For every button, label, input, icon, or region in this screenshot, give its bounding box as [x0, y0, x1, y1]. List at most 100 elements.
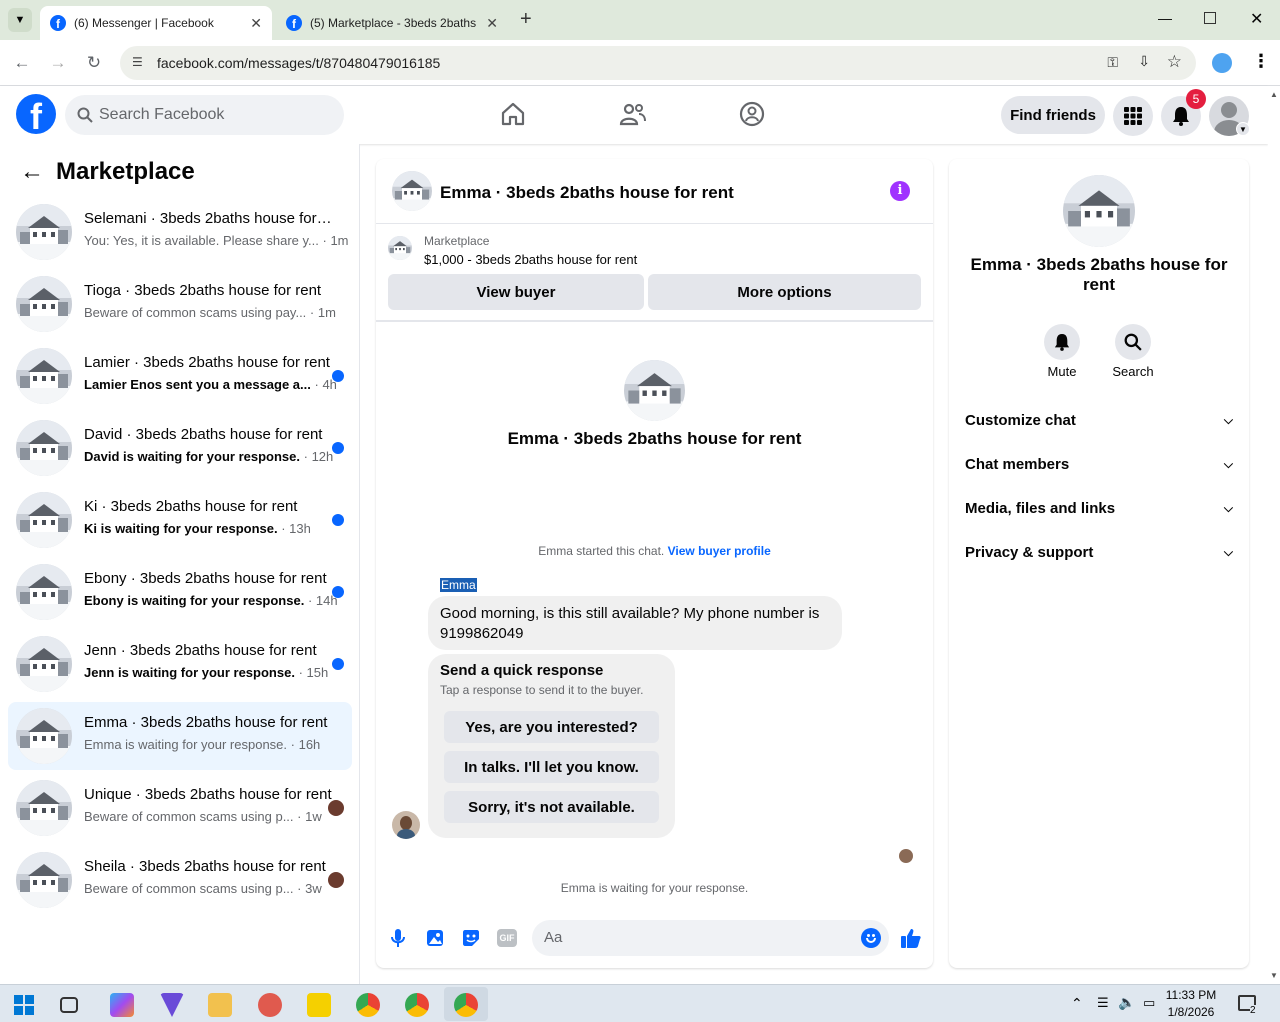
thumbs-up-icon[interactable]	[900, 927, 922, 949]
new-tab-icon[interactable]: +	[520, 8, 532, 31]
bookmark-star-icon[interactable]: ☆	[1167, 52, 1182, 72]
file-explorer-icon[interactable]	[208, 993, 232, 1017]
facebook-logo-icon[interactable]: f	[16, 94, 56, 134]
snippet-time: · 1w	[297, 809, 322, 824]
message-placeholder: Aa	[544, 929, 563, 946]
emoji-icon[interactable]	[861, 928, 881, 948]
reload-icon[interactable]: ↻	[83, 52, 105, 74]
extension-icon[interactable]	[1212, 53, 1232, 73]
conversation-item[interactable]: Tioga · 3beds 2baths house for rent Bewar…	[8, 270, 352, 338]
sticker-icon[interactable]	[461, 928, 481, 948]
quick-response-talks[interactable]: In talks. I'll let you know.	[444, 751, 659, 783]
sidebar-title: Marketplace	[56, 158, 195, 185]
vpn-app-icon[interactable]	[160, 993, 184, 1017]
listing-text[interactable]: $1,000 - 3beds 2baths house for rent	[424, 252, 637, 267]
home-icon[interactable]	[499, 100, 527, 128]
more-options-button[interactable]: More options	[648, 274, 921, 310]
snippet-text: Jenn is waiting for your response.	[84, 665, 295, 680]
conversation-item[interactable]: Jenn · 3beds 2baths house for rent Jenn i…	[8, 630, 352, 698]
site-info-icon[interactable]: ☰	[132, 55, 143, 69]
listing-avatar	[16, 708, 72, 764]
search-input[interactable]: Search Facebook	[65, 95, 344, 135]
copilot-icon[interactable]	[110, 993, 134, 1017]
photo-icon[interactable]	[425, 928, 445, 948]
tab-search-button[interactable]: ▼	[8, 8, 32, 32]
search-conversation-button[interactable]	[1115, 324, 1151, 360]
chrome-icon[interactable]	[405, 993, 429, 1017]
microphone-icon[interactable]	[390, 928, 406, 948]
info-avatar[interactable]	[1063, 175, 1135, 247]
view-buyer-profile-link[interactable]: View buyer profile	[668, 544, 771, 558]
volume-icon[interactable]: 🔈	[1118, 994, 1135, 1011]
back-icon[interactable]: ←	[11, 52, 33, 74]
conversation-snippet: You: Yes, it is available. Please share …	[84, 233, 349, 248]
tray-chevron-icon[interactable]: ⌃	[1071, 995, 1083, 1012]
snippet-text: Lamier Enos sent you a message a...	[84, 377, 311, 392]
snippet-text: David is waiting for your response.	[84, 449, 300, 464]
account-chevron-icon[interactable]: ▼	[1236, 122, 1250, 136]
privacy-support-section[interactable]: Privacy & support ⌵	[965, 540, 1233, 564]
conversation-item[interactable]: Unique · 3beds 2baths house for rent Bewa…	[8, 774, 352, 842]
info-icon[interactable]: i	[890, 181, 910, 201]
conversation-item[interactable]: Emma · 3beds 2baths house for rent Emma i…	[8, 702, 352, 770]
wifi-icon[interactable]: ☰	[1097, 995, 1109, 1011]
close-window-icon[interactable]: ✕	[1250, 9, 1263, 29]
quick-response-yes[interactable]: Yes, are you interested?	[444, 711, 659, 743]
groups-icon[interactable]	[738, 100, 766, 128]
menu-grid-button[interactable]	[1113, 96, 1153, 136]
gif-icon[interactable]: GIF	[497, 929, 517, 947]
chat-header-avatar[interactable]	[392, 171, 432, 211]
clock-date[interactable]: 1/8/2026	[1160, 1005, 1222, 1019]
sticky-notes-icon[interactable]	[307, 993, 331, 1017]
bell-icon	[1054, 334, 1070, 351]
find-friends-button[interactable]: Find friends	[1001, 96, 1105, 134]
tab-marketplace[interactable]: f (5) Marketplace - 3beds 2baths ✕	[276, 6, 508, 40]
task-view-icon[interactable]	[60, 997, 78, 1013]
conversation-item[interactable]: David · 3beds 2baths house for rent David…	[8, 414, 352, 482]
password-key-icon[interactable]: ⚿	[1107, 54, 1118, 71]
page-scrollbar[interactable]: ▲ ▼	[1268, 86, 1280, 984]
minimize-icon[interactable]: —	[1158, 10, 1172, 26]
media-files-links-section[interactable]: Media, files and links ⌵	[965, 496, 1233, 520]
browser-menu-icon[interactable]: ⋮	[1252, 51, 1270, 72]
close-tab-icon[interactable]: ✕	[250, 15, 262, 32]
facebook-header: f Search Facebook Find friends 5 ▼	[0, 86, 1268, 144]
listing-thumbnail[interactable]	[388, 236, 412, 260]
url-field[interactable]: ☰ facebook.com/messages/t/87048047901618…	[120, 46, 1196, 80]
chrome-icon[interactable]	[454, 993, 478, 1017]
snippet-text: Ki is waiting for your response.	[84, 521, 278, 536]
conversation-item[interactable]: Selemani · 3beds 2baths house for rent Yo…	[8, 198, 352, 266]
chat-title[interactable]: Emma · 3beds 2baths house for rent	[440, 183, 734, 203]
conversation-item[interactable]: Lamier · 3beds 2baths house for rent Lami…	[8, 342, 352, 410]
snipping-tool-icon[interactable]	[258, 993, 282, 1017]
tab-messenger[interactable]: f (6) Messenger | Facebook ✕	[40, 6, 272, 40]
snippet-text: Beware of common scams using pay...	[84, 305, 307, 320]
back-arrow-icon[interactable]: ←	[20, 158, 44, 186]
chrome-icon[interactable]	[356, 993, 380, 1017]
profile-avatar[interactable]	[624, 360, 685, 421]
customize-chat-section[interactable]: Customize chat ⌵	[965, 408, 1233, 432]
quick-response-card: Send a quick response Tap a response to …	[428, 654, 675, 838]
message-bubble[interactable]: Good morning, is this still available? M…	[428, 596, 842, 650]
conversation-item[interactable]: Ebony · 3beds 2baths house for rent Ebony…	[8, 558, 352, 626]
close-tab-icon[interactable]: ✕	[486, 15, 498, 32]
snippet-time: · 15h	[298, 665, 329, 680]
conversation-item[interactable]: Ki · 3beds 2baths house for rent Ki is wa…	[8, 486, 352, 554]
listing-avatar	[16, 852, 72, 908]
mute-button[interactable]	[1044, 324, 1080, 360]
battery-icon[interactable]: ▭	[1143, 995, 1155, 1011]
quick-response-sorry[interactable]: Sorry, it's not available.	[444, 791, 659, 823]
chat-members-section[interactable]: Chat members ⌵	[965, 452, 1233, 476]
restore-icon[interactable]	[1204, 12, 1216, 24]
search-icon	[1124, 333, 1142, 351]
windows-start-icon[interactable]	[12, 993, 36, 1017]
message-input[interactable]: Aa	[532, 920, 889, 956]
clock-time[interactable]: 11:33 PM	[1160, 988, 1222, 1002]
sender-avatar[interactable]	[392, 811, 420, 839]
view-buyer-button[interactable]: View buyer	[388, 274, 644, 310]
conversation-item[interactable]: Sheila · 3beds 2baths house for rent Bewa…	[8, 846, 352, 914]
friends-icon[interactable]	[619, 100, 647, 128]
install-app-icon[interactable]: ⇩	[1138, 53, 1150, 70]
divider	[376, 320, 933, 322]
forward-icon[interactable]: →	[47, 52, 69, 74]
